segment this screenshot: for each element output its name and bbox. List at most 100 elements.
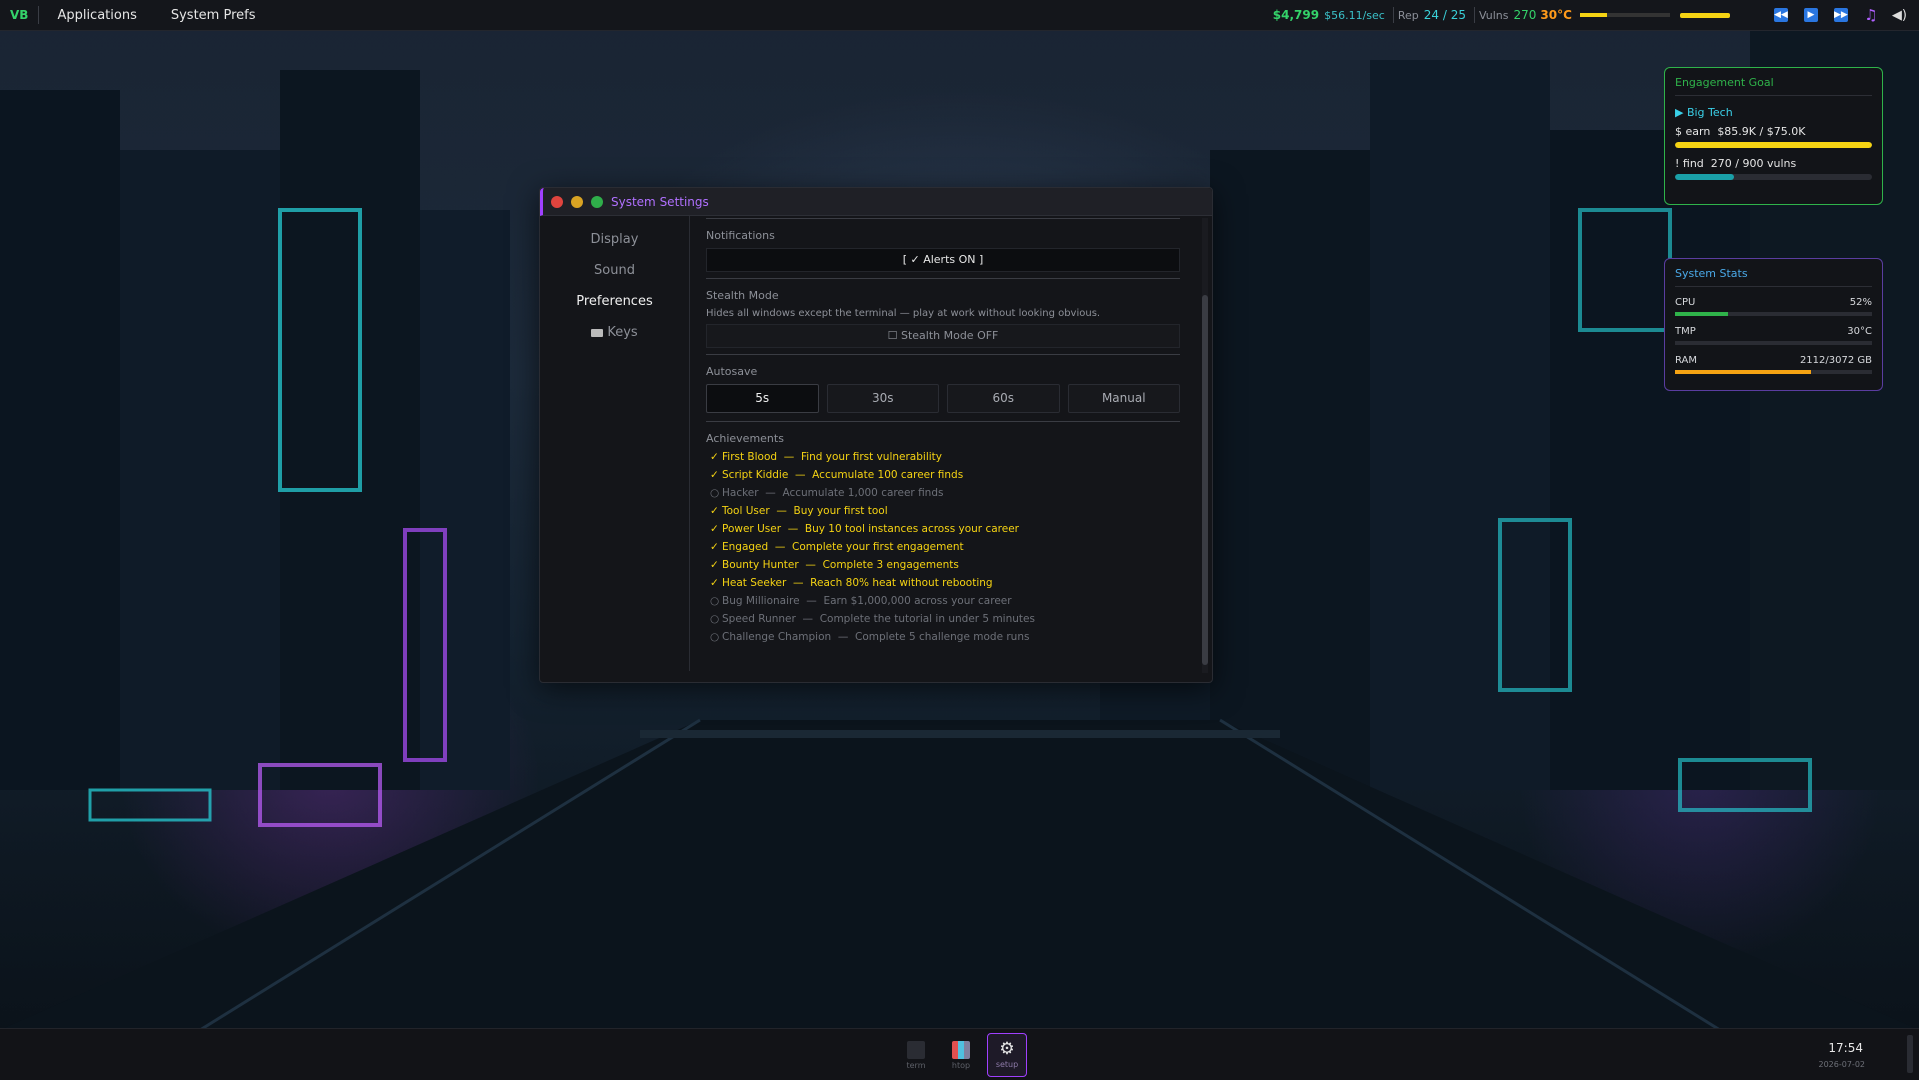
taskbar-app-term[interactable]: term bbox=[897, 1035, 935, 1077]
temperature-readout: 30°C bbox=[1540, 8, 1572, 22]
taskbar-app-label: htop bbox=[951, 1061, 971, 1070]
achievement-item: ✓ Bounty Hunter — Complete 3 engagements bbox=[706, 556, 1180, 574]
achievement-item: ✓ Script Kiddie — Accumulate 100 career f… bbox=[706, 466, 1180, 484]
gear-icon: ⚙ bbox=[999, 1039, 1015, 1059]
achievement-separator: — bbox=[768, 541, 793, 553]
status-divider bbox=[1392, 7, 1394, 23]
achievement-name: First Blood bbox=[722, 451, 778, 463]
app-logo[interactable]: VB bbox=[0, 8, 38, 22]
achievement-name: Tool User bbox=[722, 505, 770, 517]
achievement-description: Find your first vulnerability bbox=[800, 451, 942, 463]
achievement-description: Buy your first tool bbox=[793, 505, 888, 517]
window-title: System Settings bbox=[611, 194, 709, 209]
check-icon: ✓ bbox=[710, 577, 719, 589]
stat-label: CPU bbox=[1675, 297, 1696, 308]
taskbar-app-setup[interactable]: ⚙ setup bbox=[987, 1033, 1027, 1077]
menu-applications[interactable]: Applications bbox=[39, 8, 152, 23]
achievement-name: Hacker bbox=[722, 487, 759, 499]
play-icon[interactable]: ▶ bbox=[1803, 8, 1818, 22]
taskbar: term htop ⚙ setup 17:54 2026-07-02 bbox=[0, 1028, 1919, 1080]
achievement-name: Power User bbox=[722, 523, 782, 535]
achievement-separator: — bbox=[795, 613, 820, 625]
heat-indicator bbox=[1679, 12, 1730, 18]
maximize-button[interactable] bbox=[591, 195, 603, 208]
achievement-separator: — bbox=[788, 469, 813, 481]
autosave-30s-button[interactable]: 30s bbox=[826, 384, 939, 413]
show-desktop-button[interactable] bbox=[1907, 1035, 1913, 1073]
achievement-item: ○ Bug Millionaire — Earn $1,000,000 acros… bbox=[706, 592, 1180, 610]
rep-label: Rep bbox=[1397, 8, 1419, 22]
autosave-title: Autosave bbox=[706, 365, 758, 378]
engagement-goal-widget: Engagement Goal ▶ Big Tech $ earn $85.9K… bbox=[1664, 67, 1883, 205]
volume-icon[interactable]: ◀) bbox=[1892, 8, 1907, 23]
next-track-icon[interactable]: ▶▶ bbox=[1833, 8, 1848, 22]
window-titlebar[interactable]: System Settings bbox=[540, 188, 1212, 216]
terminal-icon bbox=[907, 1041, 925, 1059]
sidebar-item-keys[interactable]: Keys bbox=[540, 317, 689, 348]
achievement-description: Complete 5 challenge mode runs bbox=[855, 631, 1030, 643]
music-note-icon[interactable]: ♫ bbox=[1864, 6, 1878, 24]
prev-track-icon[interactable]: ◀◀ bbox=[1773, 8, 1788, 22]
circle-icon: ○ bbox=[710, 487, 720, 499]
settings-content: Notifications [ ✓ Alerts ON ] Stealth Mo… bbox=[706, 216, 1180, 671]
heat-meter bbox=[1579, 13, 1670, 17]
autosave-60s-button[interactable]: 60s bbox=[947, 384, 1060, 413]
section-divider bbox=[706, 354, 1180, 355]
stealth-mode-toggle[interactable]: ☐ Stealth Mode OFF bbox=[706, 324, 1180, 348]
achievement-name: Heat Seeker bbox=[722, 577, 787, 589]
scrollbar-thumb[interactable] bbox=[1202, 295, 1208, 665]
achievement-separator: — bbox=[758, 487, 783, 499]
achievement-item: ○ Speed Runner — Complete the tutorial in… bbox=[706, 610, 1180, 628]
achievement-separator: — bbox=[769, 505, 794, 517]
taskbar-app-htop[interactable]: htop bbox=[942, 1035, 980, 1077]
alerts-toggle-button[interactable]: [ ✓ Alerts ON ] bbox=[706, 248, 1180, 272]
achievement-separator: — bbox=[799, 595, 824, 607]
minimize-button[interactable] bbox=[571, 195, 583, 208]
achievement-item: ✓ Heat Seeker — Reach 80% heat without re… bbox=[706, 574, 1180, 592]
stat-label: RAM bbox=[1675, 355, 1698, 366]
stat-bar-fill bbox=[1675, 370, 1811, 374]
close-button[interactable] bbox=[551, 195, 563, 208]
achievement-separator: — bbox=[798, 559, 823, 571]
achievement-item: ✓ First Blood — Find your first vulnerabi… bbox=[706, 448, 1180, 466]
sidebar-item-display[interactable]: Display bbox=[540, 224, 689, 255]
scrollbar-track[interactable] bbox=[1202, 218, 1208, 673]
achievement-item: ○ Challenge Champion — Complete 5 challen… bbox=[706, 628, 1180, 646]
achievement-separator: — bbox=[777, 451, 801, 463]
taskbar-app-label: term bbox=[906, 1061, 926, 1070]
achievement-description: Earn $1,000,000 across your career bbox=[823, 595, 1012, 607]
check-icon: ✓ bbox=[710, 523, 719, 535]
sidebar-item-preferences[interactable]: Preferences bbox=[540, 286, 689, 317]
earn-progress-fill bbox=[1675, 142, 1872, 148]
achievement-item: ✓ Power User — Buy 10 tool instances acro… bbox=[706, 520, 1180, 538]
stealth-mode-title: Stealth Mode bbox=[706, 289, 779, 302]
stat-bar-fill bbox=[1675, 312, 1729, 316]
system-stats-widget: System Stats CPU 52% TMP 30°C RAM 2112/3072 G… bbox=[1664, 258, 1883, 391]
clock: 17:54 bbox=[1828, 1041, 1863, 1055]
stat-bar bbox=[1675, 370, 1872, 374]
stat-row: TMP 30°C bbox=[1675, 326, 1872, 337]
notifications-title: Notifications bbox=[706, 229, 775, 242]
section-divider bbox=[706, 278, 1180, 279]
stat-row: RAM 2112/3072 GB bbox=[1675, 355, 1872, 366]
achievements-list: ✓ First Blood — Find your first vulnerabi… bbox=[706, 448, 1180, 646]
top-menu-bar: VB Applications System Prefs $4,799 $56.… bbox=[0, 0, 1919, 31]
find-progress-bar bbox=[1675, 174, 1872, 180]
settings-sidebar: Display Sound Preferences Keys bbox=[540, 216, 690, 671]
autosave-5s-button[interactable]: 5s bbox=[706, 384, 819, 413]
widget-title: Engagement Goal bbox=[1675, 76, 1872, 96]
achievement-name: Challenge Champion bbox=[722, 631, 832, 643]
menu-system-prefs[interactable]: System Prefs bbox=[153, 8, 272, 23]
achievement-description: Accumulate 1,000 career finds bbox=[782, 487, 944, 499]
circle-icon: ○ bbox=[710, 631, 720, 643]
autosave-manual-button[interactable]: Manual bbox=[1067, 384, 1180, 413]
sidebar-item-label: Keys bbox=[607, 325, 638, 340]
check-icon: ✓ bbox=[710, 469, 719, 481]
sidebar-item-sound[interactable]: Sound bbox=[540, 255, 689, 286]
achievement-description: Complete the tutorial in under 5 minutes bbox=[819, 613, 1035, 625]
achievement-name: Speed Runner bbox=[722, 613, 796, 625]
widget-title: System Stats bbox=[1675, 267, 1872, 287]
find-row: ! find 270 / 900 vulns bbox=[1675, 157, 1872, 170]
find-progress-fill bbox=[1675, 174, 1735, 180]
heat-meter-fill bbox=[1579, 13, 1607, 17]
